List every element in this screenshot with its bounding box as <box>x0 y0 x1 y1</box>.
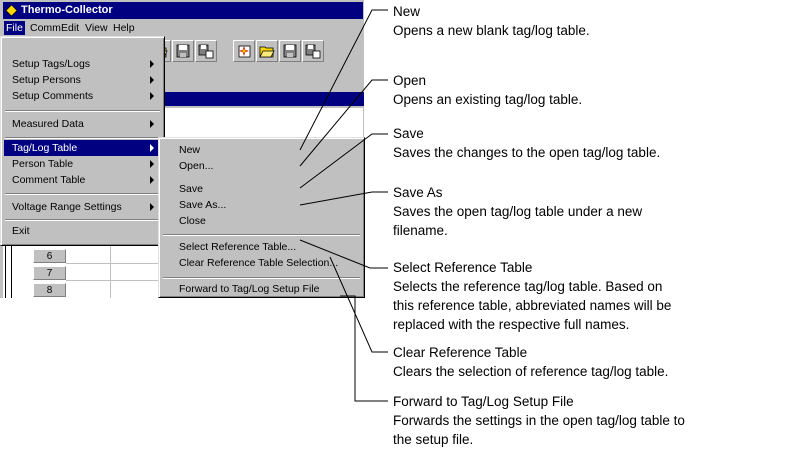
leader-forward <box>340 295 388 402</box>
callout-desc: Clears the selection of reference tag/lo… <box>393 364 669 379</box>
callout-desc: Saves the open tag/log table under a new <box>393 204 643 219</box>
leader-select-ref <box>299 239 388 269</box>
callout-desc: Opens a new blank tag/log table. <box>393 23 590 38</box>
callout-desc: replaced with the respective full names. <box>393 317 630 332</box>
leader-clear-ref <box>329 256 388 353</box>
callout-desc: Opens an existing tag/log table. <box>393 92 583 107</box>
callout-desc: this reference table, abbreviated names … <box>393 298 672 313</box>
leader-save <box>299 133 388 189</box>
callout-title: Save As <box>393 185 443 200</box>
callout-title: Clear Reference Table <box>393 345 528 360</box>
callout-save-as: Save As Saves the open tag/log table und… <box>393 183 642 240</box>
callout-save: Save Saves the changes to the open tag/l… <box>393 124 660 162</box>
callout-desc: Forwards the settings in the open tag/lo… <box>393 413 685 428</box>
callout-desc: filename. <box>393 223 448 238</box>
callout-desc: the setup file. <box>393 432 474 447</box>
callout-desc: Selects the reference tag/log table. Bas… <box>393 279 663 294</box>
callout-forward-to-setup-file: Forward to Tag/Log Setup File Forwards t… <box>393 392 685 449</box>
leader-save-as <box>299 191 388 206</box>
callout-title: Forward to Tag/Log Setup File <box>393 394 574 409</box>
callout-new: New Opens a new blank tag/log table. <box>393 2 590 40</box>
leader-open <box>299 79 388 167</box>
callout-title: Save <box>393 126 424 141</box>
callout-open: Open Opens an existing tag/log table. <box>393 71 582 109</box>
callout-title: New <box>393 4 421 19</box>
callout-title: Open <box>393 73 427 88</box>
callout-select-reference-table: Select Reference Table Selects the refer… <box>393 258 671 334</box>
callout-title: Select Reference Table <box>393 260 533 275</box>
callout-clear-reference-table: Clear Reference Table Clears the selecti… <box>393 343 668 381</box>
callout-desc: Saves the changes to the open tag/log ta… <box>393 145 661 160</box>
